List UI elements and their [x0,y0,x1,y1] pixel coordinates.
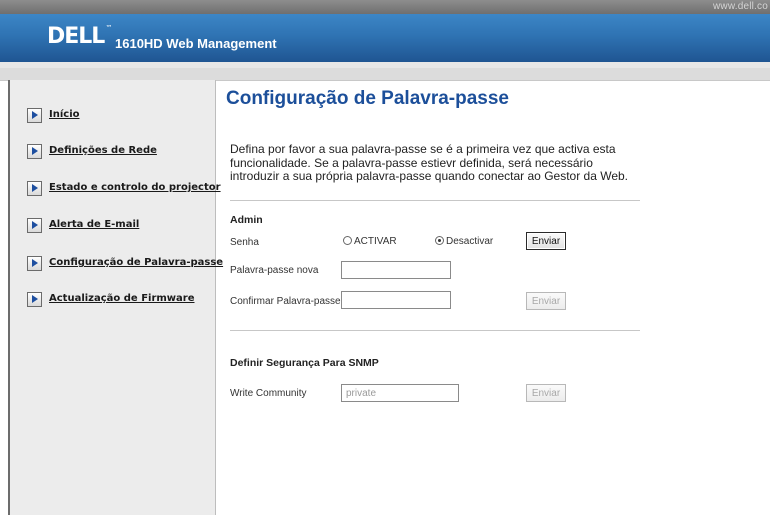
senha-label: Senha [230,237,259,248]
top-strip: www.dell.co [0,0,770,14]
site-url: www.dell.co [713,1,768,12]
dell-logo: DELL™ [47,24,113,49]
sidebar-item-label[interactable]: Alerta de E-mail [49,219,139,230]
header-banner: DELL™ 1610HD Web Management [0,14,770,62]
arrow-right-icon [27,218,42,233]
radio-unchecked-icon[interactable] [343,236,352,245]
arrow-right-icon [27,256,42,271]
divider [230,200,640,201]
admin-heading: Admin [230,214,263,226]
intro-text: Defina por favor a sua palavra-passe se … [230,142,629,183]
app-title: 1610HD Web Management [115,36,277,51]
radio-desactivar[interactable]: Desactivar [435,236,493,247]
radio-activar[interactable]: ACTIVAR [343,236,397,247]
page-title: Configuração de Palavra-passe [226,88,509,109]
arrow-right-icon [27,144,42,159]
write-community-label: Write Community [230,388,307,399]
arrow-right-icon [27,292,42,307]
snmp-heading: Definir Segurança Para SNMP [230,357,379,369]
enviar-snmp-button[interactable]: Enviar [526,384,566,402]
confirm-password-input[interactable] [341,291,451,309]
divider [230,330,640,331]
sidebar-item-label[interactable]: Actualização de Firmware [49,293,195,304]
enviar-senha-button[interactable]: Enviar [526,232,566,250]
sidebar-item-label[interactable]: Início [49,109,80,120]
enviar-password-button[interactable]: Enviar [526,292,566,310]
new-password-label: Palavra-passe nova [230,265,319,276]
sidebar-item-label[interactable]: Definições de Rede [49,145,157,156]
sidebar-item-label[interactable]: Estado e controlo do projector [49,182,221,193]
radio-checked-icon[interactable] [435,236,444,245]
arrow-right-icon [27,181,42,196]
arrow-right-icon [27,108,42,123]
write-community-input[interactable] [341,384,459,402]
confirm-password-label: Confirmar Palavra-passe [230,296,341,307]
sidebar: Início Definições de Rede Estado e contr… [10,80,223,515]
new-password-input[interactable] [341,261,451,279]
sidebar-item-label[interactable]: Configuração de Palavra-passe [49,257,223,268]
